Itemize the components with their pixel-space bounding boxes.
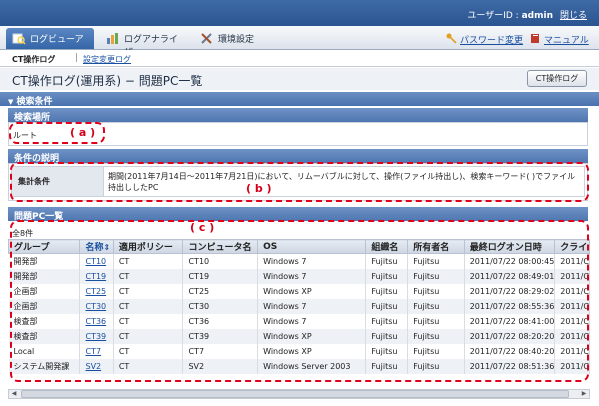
tab-settings-label: 環境設定	[218, 35, 255, 45]
marker-b: ( b )	[246, 182, 272, 195]
top-bar: ユーザーID : admin 閉じる	[0, 0, 599, 26]
manual-label: マニュアル	[544, 36, 589, 46]
manual-link[interactable]: マニュアル	[530, 33, 589, 46]
marker-a: ( a )	[70, 126, 96, 139]
tab-log-viewer[interactable]: ログビューア	[6, 28, 94, 49]
collapse-icon: ▼	[8, 98, 14, 106]
user-info: ユーザーID : admin	[467, 8, 553, 21]
marker-c-outline	[10, 220, 589, 382]
tools-icon	[201, 33, 212, 44]
horizontal-scrollbar[interactable]: ◀ ▶	[8, 389, 590, 399]
conditions-header: 条件の説明	[8, 149, 588, 164]
user-label: ユーザーID :	[467, 11, 519, 21]
key-icon	[446, 33, 457, 44]
logout-link[interactable]: 閉じる	[560, 8, 587, 21]
log-viewer-icon	[12, 33, 26, 45]
tab-log-analyzer[interactable]: ログアナライザ	[100, 28, 188, 58]
search-conditions-header[interactable]: ▼ 検索条件	[0, 92, 599, 107]
log-analyzer-icon	[107, 33, 118, 44]
scroll-right-icon[interactable]: ▶	[579, 390, 589, 398]
scroll-left-icon[interactable]: ◀	[9, 390, 19, 398]
ct-log-button[interactable]: CT操作ログ	[527, 70, 587, 87]
tab-log-viewer-label: ログビューア	[30, 35, 84, 45]
password-change-link[interactable]: パスワード変更	[446, 33, 523, 46]
marker-b-outline	[10, 162, 589, 202]
scroll-thumb[interactable]	[21, 390, 569, 398]
search-location-header: 検索場所	[8, 108, 588, 123]
settings-change-log-link[interactable]: 設定変更ログ	[83, 54, 131, 65]
page-title-bar: CT操作ログ(運用系) − 問題PC一覧 CT操作ログ	[0, 68, 599, 90]
subnav-separator: |	[75, 53, 79, 63]
book-icon	[531, 34, 539, 43]
subnav-current: CT操作ログ	[12, 55, 56, 64]
user-id: admin	[521, 11, 553, 21]
search-conditions-title: 検索条件	[16, 97, 53, 107]
sub-nav: CT操作ログ | 設定変更ログ	[0, 50, 599, 67]
page-title: CT操作ログ(運用系) − 問題PC一覧	[12, 74, 203, 88]
password-change-label: パスワード変更	[460, 36, 524, 46]
tab-settings[interactable]: 環境設定	[194, 28, 274, 49]
main-nav: ログビューア ログアナライザ 環境設定 パスワード変更 マニュアル	[0, 26, 599, 58]
problem-list-header: 問題PC一覧	[8, 207, 588, 222]
